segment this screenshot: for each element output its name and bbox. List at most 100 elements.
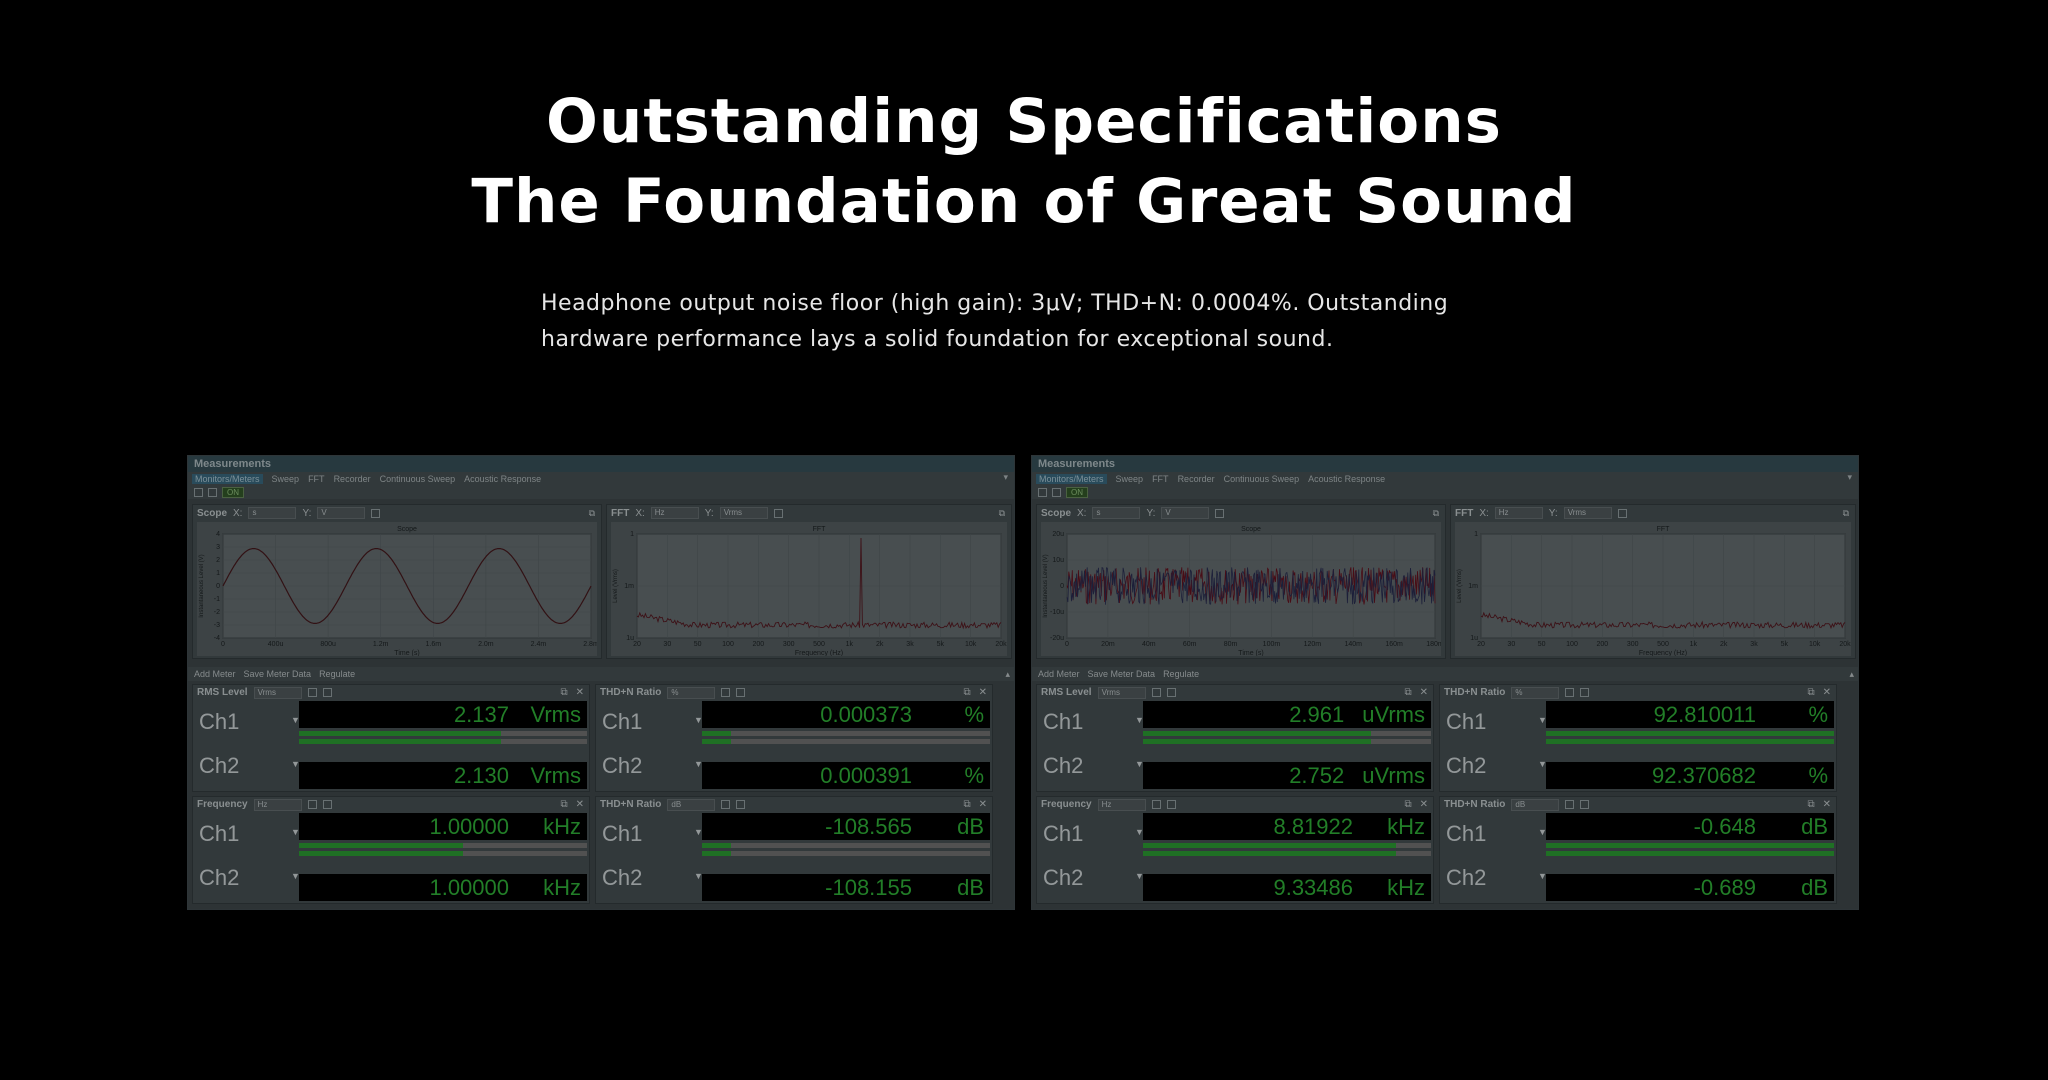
tab-continuous-sweep[interactable]: Continuous Sweep [1224, 474, 1300, 484]
options-icon[interactable] [322, 800, 332, 809]
scope-y-unit[interactable]: V [317, 507, 366, 519]
options-icon[interactable] [1166, 800, 1176, 809]
x-tick-label: 2k [876, 641, 884, 648]
save-meter-data-button[interactable]: Save Meter Data [244, 669, 312, 679]
close-icon[interactable]: ✕ [1823, 687, 1831, 698]
x-tick-label: 140m [1344, 641, 1362, 648]
channel-label: Ch2 [602, 865, 643, 890]
tab-acoustic-response[interactable]: Acoustic Response [464, 474, 541, 484]
fft-plot: FFT Frequency (Hz) Level (Vrms) 20 30 50 100 20… [613, 526, 1007, 656]
meter-unit-select[interactable]: % [1511, 686, 1560, 699]
layout-icon[interactable] [1052, 487, 1061, 497]
popout-icon[interactable]: ⧉ [963, 687, 970, 698]
settings-icon[interactable] [721, 800, 731, 809]
close-icon[interactable]: ✕ [1823, 799, 1831, 810]
x-tick-label: 50 [694, 641, 702, 648]
tab-sweep[interactable]: Sweep [272, 474, 300, 484]
options-icon[interactable] [322, 688, 332, 697]
meter-title: RMS Level [1041, 687, 1092, 698]
popout-icon[interactable]: ⧉ [1843, 508, 1849, 519]
close-icon[interactable]: ✕ [979, 799, 987, 810]
options-icon[interactable] [736, 800, 746, 809]
fft-x-unit[interactable]: Hz [1494, 507, 1543, 519]
fft-y-unit[interactable]: Vrms [1563, 507, 1612, 519]
scope-y-unit[interactable]: V [1161, 507, 1210, 519]
channel-label: Ch1 [602, 709, 643, 734]
fft-y-unit[interactable]: Vrms [719, 507, 768, 519]
tab-continuous-sweep[interactable]: Continuous Sweep [380, 474, 456, 484]
tab-fft[interactable]: FFT [308, 474, 325, 484]
options-icon[interactable] [1580, 800, 1590, 809]
meter-unit: dB [957, 814, 984, 839]
meter-unit-select[interactable]: Vrms [253, 686, 302, 699]
grid-icon[interactable] [194, 487, 203, 497]
tab-recorder[interactable]: Recorder [334, 474, 371, 484]
tab-fft[interactable]: FFT [1152, 474, 1169, 484]
meter-readout: -108.155 dB [702, 874, 990, 901]
popout-icon[interactable]: ⧉ [1807, 799, 1814, 810]
meter-readout: 1.00000 kHz [299, 813, 587, 840]
pin-icon[interactable]: ▴ [1849, 669, 1854, 680]
meter-unit-select[interactable]: Vrms [1097, 686, 1146, 699]
fft-settings-icon[interactable] [773, 508, 783, 518]
meter-unit-select[interactable]: Hz [1097, 798, 1146, 811]
popout-icon[interactable]: ⧉ [1807, 687, 1814, 698]
close-icon[interactable]: ✕ [1420, 799, 1428, 810]
settings-icon[interactable] [1565, 800, 1575, 809]
y-tick-label: -3 [214, 622, 220, 629]
meter-unit-select[interactable]: dB [667, 798, 716, 811]
close-icon[interactable]: ✕ [576, 687, 584, 698]
x-tick-label: 20 [1477, 641, 1485, 648]
popout-icon[interactable]: ⧉ [963, 799, 970, 810]
close-icon[interactable]: ✕ [979, 687, 987, 698]
regulate-button[interactable]: Regulate [1163, 669, 1199, 679]
x-tick-label: 5k [937, 641, 945, 648]
popout-icon[interactable]: ⧉ [999, 508, 1005, 519]
fft-x-unit[interactable]: Hz [650, 507, 699, 519]
meter-unit-select[interactable]: Hz [253, 798, 302, 811]
close-icon[interactable]: ✕ [576, 799, 584, 810]
x-tick-label: 400u [268, 641, 284, 648]
close-icon[interactable]: ✕ [1420, 687, 1428, 698]
fft-settings-icon[interactable] [1617, 508, 1627, 518]
settings-icon[interactable] [307, 688, 317, 697]
on-toggle[interactable]: ON [222, 486, 244, 498]
settings-icon[interactable] [1151, 800, 1161, 809]
options-icon[interactable] [1166, 688, 1176, 697]
settings-icon[interactable] [721, 688, 731, 697]
tab-monitors-meters[interactable]: Monitors/Meters [192, 473, 263, 484]
menu-icon[interactable]: ▾ [1847, 472, 1852, 483]
options-icon[interactable] [736, 688, 746, 697]
options-icon[interactable] [1580, 688, 1590, 697]
meter-unit: Vrms [530, 702, 581, 727]
meter-unit-select[interactable]: % [667, 686, 716, 699]
popout-icon[interactable]: ⧉ [1404, 687, 1411, 698]
grid-icon[interactable] [1038, 487, 1047, 497]
on-toggle[interactable]: ON [1066, 486, 1088, 498]
popout-icon[interactable]: ⧉ [589, 508, 595, 519]
save-meter-data-button[interactable]: Save Meter Data [1088, 669, 1156, 679]
pin-icon[interactable]: ▴ [1005, 669, 1010, 680]
scope-x-unit[interactable]: s [248, 507, 297, 519]
scope-settings-icon[interactable] [371, 508, 381, 518]
scope-settings-icon[interactable] [1215, 508, 1225, 518]
fft-panel: FFT X: Hz Y: Vrms ⧉ FFT Frequency (Hz) Level… [606, 504, 1012, 659]
tab-acoustic-response[interactable]: Acoustic Response [1308, 474, 1385, 484]
popout-icon[interactable]: ⧉ [1433, 508, 1439, 519]
popout-icon[interactable]: ⧉ [560, 687, 567, 698]
layout-icon[interactable] [208, 487, 217, 497]
add-meter-button[interactable]: Add Meter [194, 669, 236, 679]
settings-icon[interactable] [1565, 688, 1575, 697]
tab-recorder[interactable]: Recorder [1178, 474, 1215, 484]
scope-x-unit[interactable]: s [1092, 507, 1141, 519]
popout-icon[interactable]: ⧉ [1404, 799, 1411, 810]
meter-unit-select[interactable]: dB [1511, 798, 1560, 811]
settings-icon[interactable] [307, 800, 317, 809]
popout-icon[interactable]: ⧉ [560, 799, 567, 810]
settings-icon[interactable] [1151, 688, 1161, 697]
regulate-button[interactable]: Regulate [319, 669, 355, 679]
tab-monitors-meters[interactable]: Monitors/Meters [1036, 473, 1107, 484]
tab-sweep[interactable]: Sweep [1116, 474, 1144, 484]
menu-icon[interactable]: ▾ [1003, 472, 1008, 483]
add-meter-button[interactable]: Add Meter [1038, 669, 1080, 679]
